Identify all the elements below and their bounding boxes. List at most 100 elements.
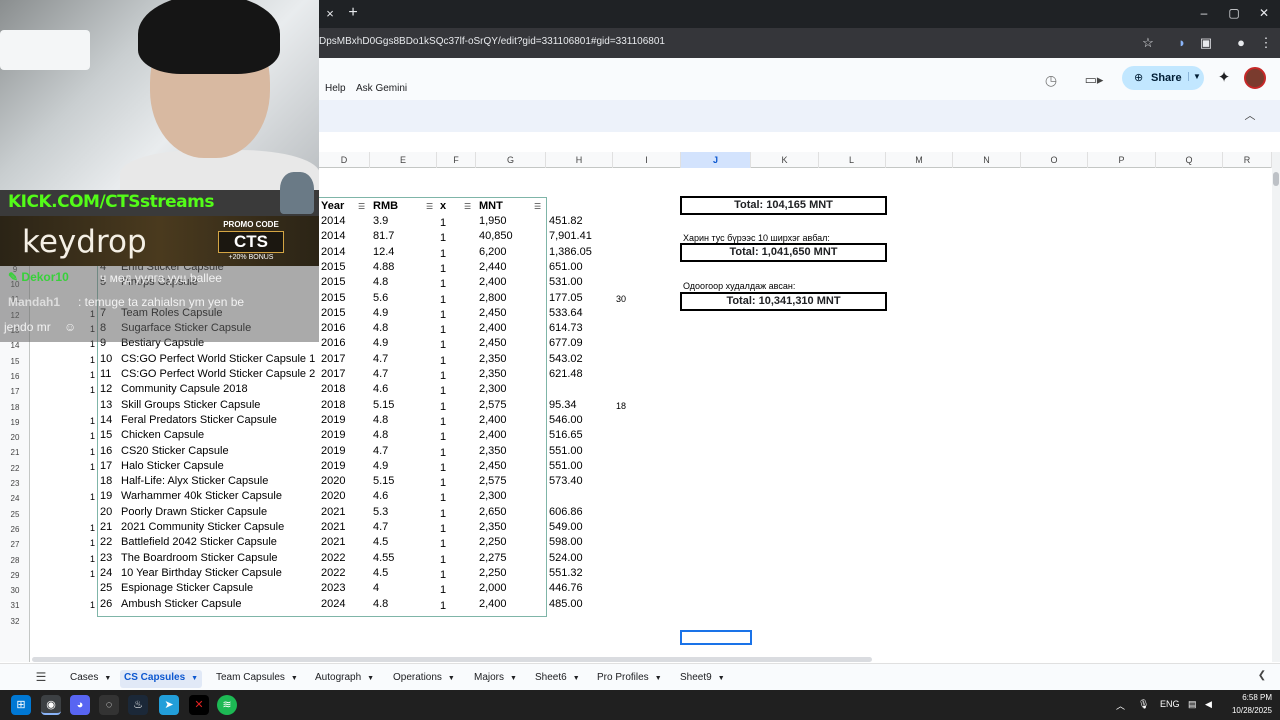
cell-x[interactable]: 1 <box>437 523 449 535</box>
cell-h[interactable]: 621.48 <box>549 368 583 380</box>
cell-rmb[interactable]: 12.4 <box>373 246 394 258</box>
cell-rmb[interactable]: 4.6 <box>373 490 388 502</box>
row-header[interactable]: 22 <box>0 461 30 476</box>
cell-flag[interactable]: 1 <box>83 447 95 457</box>
cell-mnt[interactable]: 2,350 <box>479 521 507 533</box>
cell-mnt[interactable]: 6,200 <box>479 246 507 258</box>
cell-num[interactable]: 17 <box>100 460 118 472</box>
column-header[interactable]: Q <box>1156 152 1223 168</box>
cell-x[interactable]: 1 <box>437 324 449 336</box>
cell-year[interactable]: 2019 <box>321 445 345 457</box>
cell-num[interactable]: 23 <box>100 552 118 564</box>
cell-flag[interactable]: 1 <box>83 492 95 502</box>
maximize-button[interactable]: ▢ <box>1220 4 1248 22</box>
cell-mnt[interactable]: 2,350 <box>479 445 507 457</box>
sheet-tab[interactable]: Cases ▼ <box>70 670 111 688</box>
menu-help[interactable]: Help <box>325 83 346 94</box>
column-header[interactable]: L <box>818 152 886 168</box>
cell-mnt[interactable]: 2,575 <box>479 399 507 411</box>
row-header[interactable]: 15 <box>0 354 30 369</box>
all-sheets-menu-icon[interactable]: ☰ <box>34 670 48 684</box>
cell-name[interactable]: CS:GO Perfect World Sticker Capsule 2 <box>121 368 315 380</box>
cell-year[interactable]: 2014 <box>321 246 345 258</box>
cell-flag[interactable]: 1 <box>83 554 95 564</box>
column-header[interactable]: E <box>370 152 437 168</box>
sheet-tab[interactable]: Team Capsules ▼ <box>216 670 298 688</box>
cell-name[interactable]: Poorly Drawn Sticker Capsule <box>121 506 267 518</box>
cell-h[interactable]: 606.86 <box>549 506 583 518</box>
cell-flag[interactable]: 1 <box>83 370 95 380</box>
cell-year[interactable]: 2021 <box>321 536 345 548</box>
cell-mnt[interactable]: 2,350 <box>479 368 507 380</box>
cell-year[interactable]: 2017 <box>321 353 345 365</box>
cell-mnt[interactable]: 2,400 <box>479 322 507 334</box>
horizontal-scrollbar[interactable] <box>30 655 1272 663</box>
tray-chevron-up-icon[interactable]: ︿ <box>1116 699 1125 712</box>
cell-flag[interactable]: 1 <box>83 462 95 472</box>
cell-mnt[interactable]: 2,400 <box>479 276 507 288</box>
row-header[interactable]: 28 <box>0 553 30 568</box>
cell-mnt[interactable]: 2,000 <box>479 582 507 594</box>
cell-rmb[interactable]: 81.7 <box>373 230 394 242</box>
cell-mnt[interactable]: 2,450 <box>479 307 507 319</box>
cell-i[interactable]: 18 <box>616 401 626 411</box>
filter-icon[interactable]: ☰ <box>534 202 541 211</box>
cell-name[interactable]: The Boardroom Sticker Capsule <box>121 552 278 564</box>
cell-x[interactable]: 1 <box>437 339 449 351</box>
cell-num[interactable]: 11 <box>100 368 118 380</box>
cell-name[interactable]: CS20 Sticker Capsule <box>121 445 229 457</box>
cell-num[interactable]: 16 <box>100 445 118 457</box>
spotify-icon[interactable]: ≋ <box>217 695 237 715</box>
cell-mnt[interactable]: 2,300 <box>479 383 507 395</box>
cell-mnt[interactable]: 2,400 <box>479 429 507 441</box>
cell-name[interactable]: Halo Sticker Capsule <box>121 460 224 472</box>
column-header[interactable]: R <box>1223 152 1272 168</box>
cell-name[interactable]: Warhammer 40k Sticker Capsule <box>121 490 282 502</box>
cell-h[interactable]: 485.00 <box>549 598 583 610</box>
row-header[interactable]: 20 <box>0 430 30 445</box>
cell-x[interactable]: 1 <box>437 309 449 321</box>
cell-rmb[interactable]: 4.8 <box>373 322 388 334</box>
cell-h[interactable]: 549.00 <box>549 521 583 533</box>
note-purchased[interactable]: Одоогоор худалдаж авсан: <box>683 281 795 291</box>
gemini-icon[interactable]: ✦ <box>1214 68 1234 88</box>
cell-year[interactable]: 2016 <box>321 337 345 349</box>
row-header[interactable]: 27 <box>0 537 30 552</box>
microphone-icon[interactable]: 🎙 <box>1138 699 1149 710</box>
cell-num[interactable]: 13 <box>100 399 118 411</box>
cell-rmb[interactable]: 4.8 <box>373 429 388 441</box>
close-window-button[interactable]: ✕ <box>1250 4 1278 22</box>
row-header[interactable]: 23 <box>0 476 30 491</box>
sheet-tab[interactable]: Majors ▼ <box>474 670 517 688</box>
cell-rmb[interactable]: 4.7 <box>373 521 388 533</box>
cell-rmb[interactable]: 4.9 <box>373 307 388 319</box>
browser-menu-icon[interactable]: ⋮ <box>1257 34 1275 52</box>
cell-year[interactable]: 2014 <box>321 215 345 227</box>
cell-flag[interactable]: 1 <box>83 431 95 441</box>
cell-mnt[interactable]: 2,275 <box>479 552 507 564</box>
header-year[interactable]: Year <box>321 200 344 212</box>
cell-year[interactable]: 2022 <box>321 552 345 564</box>
header-rmb[interactable]: RMB <box>373 200 398 212</box>
header-x[interactable]: x <box>440 200 446 212</box>
windows-start-icon[interactable]: ⊞ <box>11 695 31 715</box>
avatar[interactable] <box>1244 67 1266 89</box>
cell-mnt[interactable]: 2,250 <box>479 536 507 548</box>
column-header[interactable]: N <box>953 152 1021 168</box>
tab-close-icon[interactable]: × <box>322 6 338 22</box>
cell-x[interactable]: 1 <box>437 370 449 382</box>
cell-h[interactable]: 543.02 <box>549 353 583 365</box>
cell-rmb[interactable]: 4.7 <box>373 445 388 457</box>
cell-x[interactable]: 1 <box>437 263 449 275</box>
cell-x[interactable]: 1 <box>437 600 449 612</box>
cell-rmb[interactable]: 5.6 <box>373 292 388 304</box>
cell-h[interactable]: 451.82 <box>549 215 583 227</box>
cell-year[interactable]: 2023 <box>321 582 345 594</box>
cell-x[interactable]: 1 <box>437 416 449 428</box>
row-header[interactable]: 32 <box>0 614 30 629</box>
cell-mnt[interactable]: 2,450 <box>479 337 507 349</box>
cell-rmb[interactable]: 4.55 <box>373 552 394 564</box>
cell-num[interactable]: 26 <box>100 598 118 610</box>
column-header[interactable]: H <box>546 152 613 168</box>
total-box-purchased[interactable]: Total: 10,341,310 MNT <box>680 292 887 311</box>
